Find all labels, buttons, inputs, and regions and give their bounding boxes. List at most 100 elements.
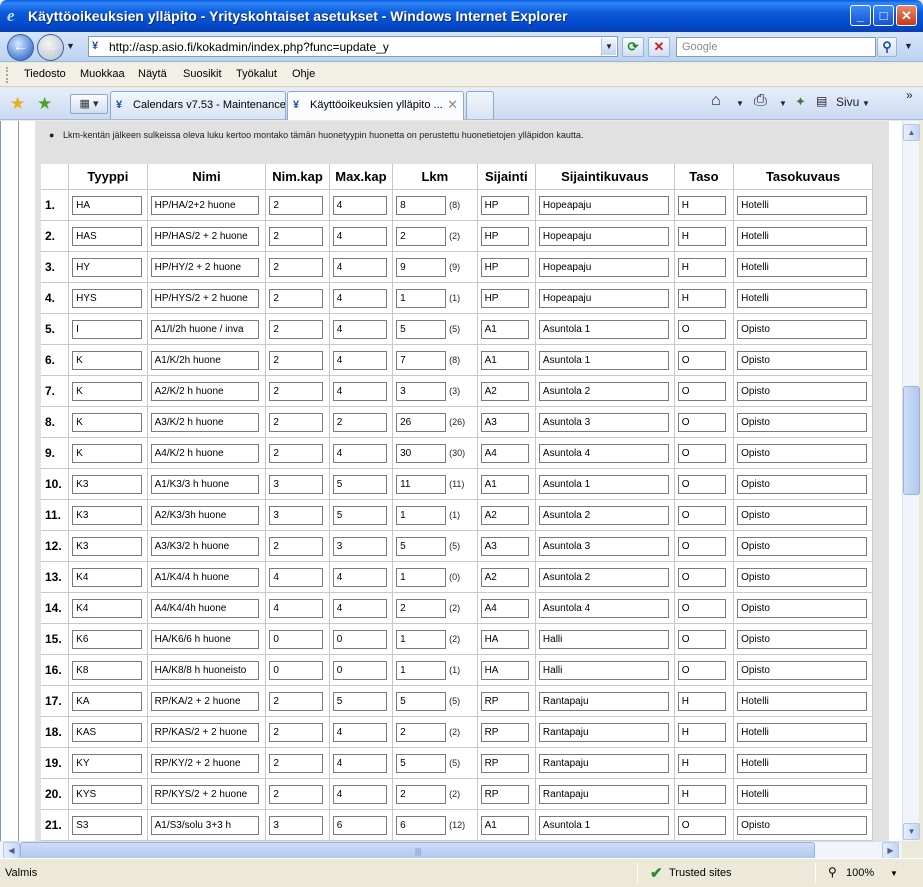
nimi-input[interactable]: A1/K3/3 h huone [150,474,259,494]
tasokuvaus-input[interactable]: Opisto [737,505,868,525]
sijainti-input[interactable]: A4 [480,598,529,618]
lkm-input[interactable]: 30 [396,443,447,463]
tasokuvaus-input[interactable]: Opisto [737,536,868,556]
nimi-input[interactable]: A3/K3/2 h huone [150,536,259,556]
tasokuvaus-input[interactable]: Opisto [737,815,868,835]
menu-help[interactable]: Ohje [292,68,315,80]
sijainti-input[interactable]: A2 [480,505,529,525]
taso-input[interactable]: O [677,319,726,339]
sijainti-input[interactable]: A1 [480,815,529,835]
address-input[interactable]: ¥ http://asp.asio.fi/kokadmin/index.php?… [88,36,618,57]
favorites-star-icon[interactable]: ★ [10,94,25,114]
tyyppi-input[interactable]: KAS [72,722,143,742]
nimi-input[interactable]: A3/K/2 h huone [150,412,259,432]
tyyppi-input[interactable]: HYS [72,288,143,308]
tyyppi-input[interactable]: K6 [72,629,143,649]
nimkap-input[interactable]: 2 [269,288,324,308]
sijainti-input[interactable]: A2 [480,381,529,401]
sijainti-input[interactable]: HP [480,195,529,215]
nimi-input[interactable]: A1/I/2h huone / inva [150,319,259,339]
nimkap-input[interactable]: 2 [269,195,324,215]
maxkap-input[interactable]: 6 [332,815,387,835]
maxkap-input[interactable]: 5 [332,474,387,494]
lkm-input[interactable]: 1 [396,567,447,587]
nimkap-input[interactable]: 2 [269,691,324,711]
nimi-input[interactable]: HP/HA/2+2 huone [150,195,259,215]
tasokuvaus-input[interactable]: Hotelli [737,722,868,742]
tyyppi-input[interactable]: KY [72,753,143,773]
taso-input[interactable]: H [677,288,726,308]
maxkap-input[interactable]: 4 [332,381,387,401]
sijaintikuvaus-input[interactable]: Asuntola 1 [538,350,669,370]
address-dropdown-icon[interactable]: ▼ [601,38,616,55]
sijaintikuvaus-input[interactable]: Rantapaju [538,722,669,742]
tasokuvaus-input[interactable]: Hotelli [737,195,868,215]
sijainti-input[interactable]: HA [480,660,529,680]
nimkap-input[interactable]: 2 [269,753,324,773]
close-button[interactable]: ✕ [896,5,917,26]
nimkap-input[interactable]: 3 [269,474,324,494]
tab-kayttooikeudet[interactable]: ¥ Käyttöoikeuksien ylläpito ... ✕ [287,91,464,120]
sijaintikuvaus-input[interactable]: Halli [538,629,669,649]
nimkap-input[interactable]: 3 [269,505,324,525]
maxkap-input[interactable]: 0 [332,629,387,649]
nimkap-input[interactable]: 2 [269,319,324,339]
taso-input[interactable]: H [677,257,726,277]
menu-tools[interactable]: Työkalut [236,68,277,80]
maxkap-input[interactable]: 4 [332,753,387,773]
nimi-input[interactable]: HA/K6/6 h huone [150,629,259,649]
lkm-input[interactable]: 3 [396,381,447,401]
tyyppi-input[interactable]: K3 [72,505,143,525]
tasokuvaus-input[interactable]: Opisto [737,443,868,463]
nimi-input[interactable]: HP/HY/2 + 2 huone [150,257,259,277]
tyyppi-input[interactable]: KA [72,691,143,711]
horizontal-scrollbar[interactable]: ◀ ||| ▶ [0,841,902,859]
tasokuvaus-input[interactable]: Hotelli [737,257,868,277]
tyyppi-input[interactable]: HA [72,195,143,215]
nimkap-input[interactable]: 2 [269,722,324,742]
sijainti-input[interactable]: A2 [480,567,529,587]
sijaintikuvaus-input[interactable]: Rantapaju [538,784,669,804]
search-options-dropdown-icon[interactable]: ▼ [904,41,913,51]
nimi-input[interactable]: HA/K8/8 h huoneisto [150,660,259,680]
nimkap-input[interactable]: 2 [269,412,324,432]
feeds-icon[interactable]: ✦ [795,94,806,110]
tyyppi-input[interactable]: KYS [72,784,143,804]
scroll-left-icon[interactable]: ◀ [3,842,20,859]
sijainti-input[interactable]: A3 [480,412,529,432]
print-icon[interactable]: ⎙ [754,92,767,110]
taso-input[interactable]: O [677,381,726,401]
lkm-input[interactable]: 5 [396,753,447,773]
search-button[interactable]: ⚲ [877,37,897,57]
sijainti-input[interactable]: HP [480,226,529,246]
lkm-input[interactable]: 7 [396,350,447,370]
tasokuvaus-input[interactable]: Opisto [737,598,868,618]
taso-input[interactable]: O [677,598,726,618]
tyyppi-input[interactable]: HY [72,257,143,277]
maxkap-input[interactable]: 4 [332,443,387,463]
lkm-input[interactable]: 8 [396,195,447,215]
maximize-button[interactable]: □ [873,5,894,26]
tyyppi-input[interactable]: K3 [72,536,143,556]
vertical-scroll-thumb[interactable] [903,386,920,495]
nimi-input[interactable]: A2/K/2 h huone [150,381,259,401]
maxkap-input[interactable]: 4 [332,257,387,277]
taso-input[interactable]: H [677,753,726,773]
minimize-button[interactable]: _ [850,5,871,26]
nimkap-input[interactable]: 2 [269,381,324,401]
tyyppi-input[interactable]: K4 [72,567,143,587]
sijaintikuvaus-input[interactable]: Hopeapaju [538,288,669,308]
nimi-input[interactable]: A1/S3/solu 3+3 h [150,815,259,835]
zoom-dropdown-icon[interactable]: ▼ [890,869,898,878]
maxkap-input[interactable]: 4 [332,195,387,215]
taso-input[interactable]: O [677,443,726,463]
maxkap-input[interactable]: 5 [332,691,387,711]
maxkap-input[interactable]: 4 [332,226,387,246]
taso-input[interactable]: O [677,629,726,649]
tyyppi-input[interactable]: S3 [72,815,143,835]
zoom-level[interactable]: 100% [846,867,874,879]
sijaintikuvaus-input[interactable]: Hopeapaju [538,226,669,246]
sijaintikuvaus-input[interactable]: Halli [538,660,669,680]
sijaintikuvaus-input[interactable]: Asuntola 4 [538,598,669,618]
tasokuvaus-input[interactable]: Hotelli [737,691,868,711]
